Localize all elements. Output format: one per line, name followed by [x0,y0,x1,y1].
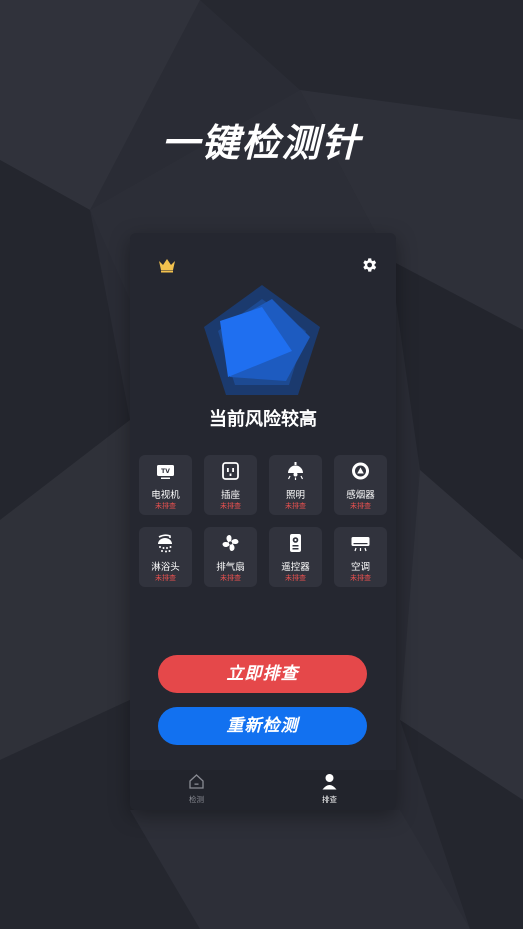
app-headline: 一键检测针 [161,121,362,165]
fan-icon [222,535,239,551]
device-status: 未排查 [220,574,241,582]
device-status: 未排查 [350,574,371,582]
lamp-icon [287,462,304,480]
tab-check[interactable]: 排查 [263,770,396,810]
device-status: 未排查 [155,574,176,582]
device-tile-tv[interactable]: TV 电视机 未排查 [139,455,192,515]
risk-radar-chart [204,285,320,395]
device-name: 照明 [285,490,305,501]
device-tile-smoke-detector[interactable]: 感烟器 未排查 [334,455,387,515]
device-status: 未排查 [350,502,371,510]
device-status: 未排查 [285,574,306,582]
air-conditioner-icon [351,537,370,552]
device-name: 淋浴头 [151,562,180,573]
app-screen: 当前风险较高 TV 电视机 未排查 插座 未排查 照明 未排查 感烟器 未排查 … [130,233,396,810]
device-name: 排气扇 [216,562,245,573]
check-now-button[interactable]: 立即排查 [158,655,367,693]
device-tile-exhaust-fan[interactable]: 排气扇 未排查 [204,527,257,587]
device-name: 电视机 [151,490,180,501]
device-name: 空调 [350,562,370,573]
risk-status-title: 当前风险较高 [209,409,317,430]
smoke-detector-icon [352,462,369,480]
device-tile-socket[interactable]: 插座 未排查 [204,455,257,515]
device-name: 插座 [220,490,240,501]
device-name: 感烟器 [346,490,375,501]
device-tile-remote[interactable]: 遥控器 未排查 [269,527,322,587]
tab-label: 排查 [322,795,337,804]
home-icon [189,774,204,789]
person-icon [322,774,337,790]
device-status: 未排查 [220,502,241,510]
shower-icon [158,534,172,553]
device-name: 遥控器 [281,562,310,573]
device-tile-air-conditioner[interactable]: 空调 未排查 [334,527,387,587]
tab-label: 检测 [189,795,204,804]
device-tile-lighting[interactable]: 照明 未排查 [269,455,322,515]
device-tile-shower[interactable]: 淋浴头 未排查 [139,527,192,587]
device-status: 未排查 [155,502,176,510]
device-status: 未排查 [285,502,306,510]
socket-icon [222,462,239,480]
tv-icon: TV [157,465,174,479]
gear-icon[interactable] [360,256,378,274]
remote-icon [290,534,301,552]
bottom-tab-bar: 检测 排查 [130,770,396,810]
tab-detect[interactable]: 检测 [130,770,263,810]
svg-text:TV: TV [161,468,170,475]
redetect-button[interactable]: 重新检测 [158,707,367,745]
crown-icon[interactable] [158,257,176,273]
